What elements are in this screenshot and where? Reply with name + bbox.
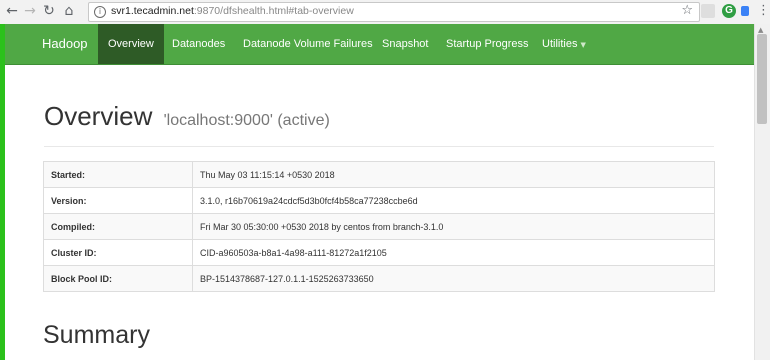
extension-icon[interactable] [741, 6, 749, 16]
row-value: Fri Mar 30 05:30:00 +0530 2018 by centos… [192, 213, 715, 240]
tab-snapshot[interactable]: Snapshot [372, 24, 438, 64]
browser-menu-icon[interactable]: ⋮ [757, 4, 770, 18]
row-label: Version: [43, 187, 193, 214]
forward-arrow-icon[interactable]: → [22, 3, 38, 19]
table-row: Compiled: Fri Mar 30 05:30:00 +0530 2018… [43, 213, 715, 240]
browser-toolbar: ← → ↻ ⌂ i svr1.tecadmin.net:9870/dfsheal… [0, 0, 770, 25]
reload-icon[interactable]: ↻ [41, 3, 57, 19]
summary-heading: Summary [43, 321, 150, 349]
tab-datanode-volume-failures[interactable]: Datanode Volume Failures [233, 24, 383, 64]
row-label: Started: [43, 161, 193, 188]
address-bar[interactable]: i svr1.tecadmin.net:9870/dfshealth.html#… [88, 2, 700, 22]
tab-utilities[interactable]: Utilities ▼ [532, 24, 596, 64]
site-info-icon[interactable]: i [94, 6, 106, 18]
row-label: Block Pool ID: [43, 265, 193, 292]
tab-utilities-label: Utilities [542, 38, 578, 50]
back-arrow-icon[interactable]: ← [4, 3, 20, 19]
extension-grammarly-icon[interactable]: G [722, 4, 736, 18]
scroll-up-arrow-icon[interactable]: ▲ [758, 26, 763, 34]
table-row: Block Pool ID: BP-1514378687-127.0.1.1-1… [43, 265, 715, 292]
page-title: Overview [44, 101, 153, 131]
row-value: 3.1.0, r16b70619a24cdcf5d3b0fcf4b58ca772… [192, 187, 715, 214]
home-icon[interactable]: ⌂ [61, 3, 77, 19]
tab-overview[interactable]: Overview [98, 24, 164, 64]
row-label: Cluster ID: [43, 239, 193, 266]
overview-table: Started: Thu May 03 11:15:14 +0530 2018 … [43, 161, 715, 292]
table-row: Cluster ID: CID-a960503a-b8a1-4a98-a111-… [43, 239, 715, 266]
namenode-address: 'localhost:9000' (active) [163, 112, 330, 129]
bookmark-star-icon[interactable]: ☆ [681, 3, 693, 18]
scrollbar-thumb[interactable] [757, 34, 767, 124]
address-url[interactable]: svr1.tecadmin.net:9870/dfshealth.html#ta… [111, 5, 354, 17]
extension-photo-icon[interactable] [701, 4, 715, 18]
overview-heading: Overview 'localhost:9000' (active) [44, 101, 330, 132]
top-navbar: Hadoop Overview Datanodes Datanode Volum… [5, 24, 754, 65]
row-label: Compiled: [43, 213, 193, 240]
brand-logo[interactable]: Hadoop [42, 36, 88, 51]
table-row: Started: Thu May 03 11:15:14 +0530 2018 [43, 161, 715, 188]
row-value: Thu May 03 11:15:14 +0530 2018 [192, 161, 715, 188]
table-row: Version: 3.1.0, r16b70619a24cdcf5d3b0fcf… [43, 187, 715, 214]
divider [44, 146, 714, 147]
row-value: BP-1514378687-127.0.1.1-1525263733650 [192, 265, 715, 292]
tab-datanodes[interactable]: Datanodes [162, 24, 235, 64]
row-value: CID-a960503a-b8a1-4a98-a111-81272a1f2105 [192, 239, 715, 266]
tab-startup-progress[interactable]: Startup Progress [436, 24, 539, 64]
chevron-down-icon: ▼ [580, 41, 586, 49]
